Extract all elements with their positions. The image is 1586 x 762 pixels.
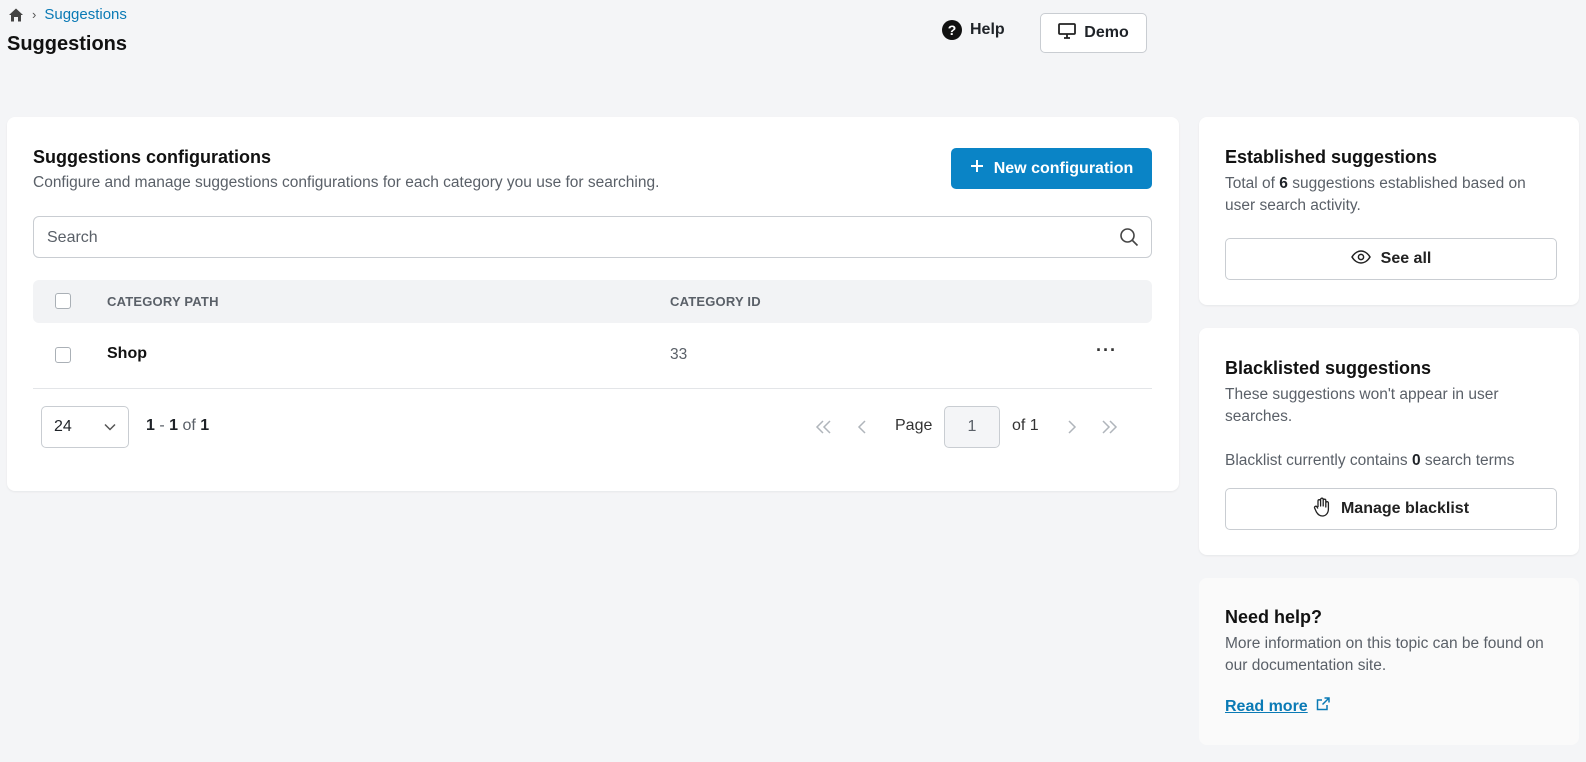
- search-input[interactable]: [34, 217, 1109, 259]
- previous-page-icon[interactable]: [852, 417, 872, 437]
- see-all-button[interactable]: See all: [1225, 238, 1557, 280]
- blacklist-count: 0: [1411, 452, 1421, 469]
- blacklisted-suggestions-card: Blacklisted suggestions These suggestion…: [1199, 328, 1579, 555]
- range-end: 1: [169, 417, 179, 434]
- demo-button[interactable]: Demo: [1040, 13, 1147, 53]
- column-header-category-id[interactable]: CATEGORY ID: [670, 294, 761, 309]
- manage-blacklist-label: Manage blacklist: [1340, 500, 1470, 517]
- table-header: CATEGORY PATH CATEGORY ID: [33, 280, 1152, 323]
- external-link-icon: [1316, 697, 1330, 716]
- table-row[interactable]: Shop 33 ···: [33, 323, 1152, 389]
- need-help-title: Need help?: [1225, 607, 1323, 627]
- new-configuration-button[interactable]: New configuration: [951, 148, 1152, 189]
- page-title: Suggestions: [7, 33, 128, 55]
- range-dash: -: [154, 417, 170, 434]
- manage-blacklist-button[interactable]: Manage blacklist: [1225, 488, 1557, 530]
- blacklisted-description: These suggestions won't appear in user s…: [1225, 386, 1499, 425]
- blacklist-count-text: Blacklist currently contains 0 search te…: [1225, 452, 1515, 469]
- chevron-down-icon: [104, 418, 116, 436]
- pagination-range: 1 - 1 of 1: [146, 417, 209, 435]
- established-description: Total of 6 suggestions established based…: [1225, 175, 1531, 214]
- chevron-right-icon: ›: [32, 7, 37, 22]
- monitor-icon: [1058, 22, 1077, 44]
- established-suggestions-card: Established suggestions Total of 6 sugge…: [1199, 117, 1579, 305]
- page-number-input[interactable]: 1: [944, 406, 1000, 448]
- established-title: Established suggestions: [1225, 147, 1438, 167]
- per-page-select[interactable]: 24: [41, 406, 129, 448]
- range-of: of: [178, 417, 201, 434]
- breadcrumb-suggestions[interactable]: Suggestions: [44, 6, 127, 23]
- column-header-category-path[interactable]: CATEGORY PATH: [107, 294, 219, 309]
- row-checkbox[interactable]: [55, 347, 71, 363]
- home-icon[interactable]: [8, 7, 24, 23]
- help-label: Help: [970, 21, 1005, 38]
- select-all-checkbox[interactable]: [55, 293, 71, 309]
- configurations-description: Configure and manage suggestions configu…: [33, 174, 660, 191]
- search-icon[interactable]: [1119, 227, 1139, 247]
- hand-icon: [1313, 497, 1331, 522]
- page-label: Page: [895, 417, 933, 434]
- plus-icon: [970, 159, 984, 178]
- need-help-card: Need help? More information on this topi…: [1199, 578, 1579, 745]
- blacklisted-title: Blacklisted suggestions: [1225, 358, 1432, 378]
- next-page-icon[interactable]: [1062, 417, 1082, 437]
- search-field: [33, 216, 1152, 259]
- cell-category-id: 33: [670, 346, 688, 363]
- range-total: 1: [200, 417, 210, 434]
- range-start: 1: [146, 417, 155, 434]
- need-help-description: More information on this topic can be fo…: [1225, 635, 1544, 674]
- new-configuration-label: New configuration: [993, 159, 1134, 177]
- help-icon: ?: [942, 20, 962, 40]
- per-page-value: 24: [54, 418, 72, 435]
- established-count: 6: [1279, 175, 1288, 192]
- see-all-label: See all: [1380, 250, 1432, 267]
- demo-label: Demo: [1084, 24, 1129, 41]
- read-more-label: Read more: [1225, 697, 1308, 715]
- configurations-title: Suggestions configurations: [33, 147, 272, 167]
- eye-icon: [1350, 249, 1371, 269]
- breadcrumb: › Suggestions: [8, 6, 127, 23]
- row-actions-icon[interactable]: ···: [1096, 340, 1117, 361]
- last-page-icon[interactable]: [1099, 417, 1119, 437]
- cell-category-path: Shop: [107, 345, 147, 362]
- first-page-icon[interactable]: [814, 417, 834, 437]
- page-total-label: of 1: [1012, 417, 1039, 434]
- read-more-link[interactable]: Read more: [1225, 697, 1330, 716]
- help-button[interactable]: ? Help: [942, 20, 1005, 40]
- configurations-card: Suggestions configurations Configure and…: [7, 117, 1179, 491]
